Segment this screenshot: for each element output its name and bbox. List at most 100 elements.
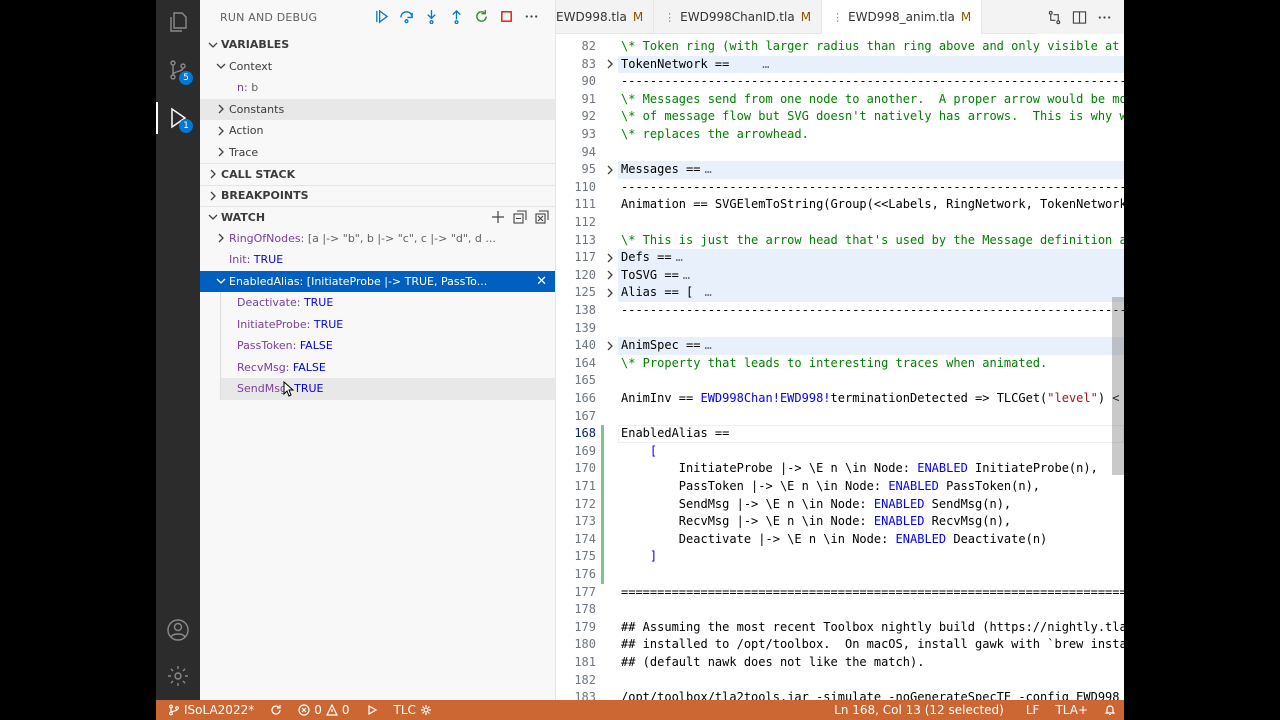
code-line[interactable]: InitiateProbe |-> \E n \in Node: ENABLED… (621, 460, 1098, 478)
trace-scope[interactable]: Trace (200, 142, 555, 164)
close-icon[interactable]: ✕ (536, 274, 547, 289)
language-indicator[interactable]: TLA+ (1047, 703, 1096, 717)
watch-child[interactable]: InitiateProbe: TRUE (220, 313, 555, 335)
more-actions-icon[interactable] (1097, 10, 1112, 25)
child-value: FALSE (299, 339, 333, 353)
restart-icon[interactable] (472, 7, 491, 26)
notifications[interactable] (1096, 703, 1124, 717)
problems-indicator[interactable]: 0 0 (290, 703, 357, 717)
add-expression-icon[interactable] (491, 210, 505, 224)
compare-changes-icon[interactable] (1047, 10, 1062, 25)
chevron-right-icon[interactable] (604, 249, 616, 267)
continue-icon[interactable] (372, 7, 391, 26)
step-out-icon[interactable] (447, 7, 466, 26)
call-stack-section-header[interactable]: CALL STACK (200, 163, 555, 185)
code-editor[interactable]: 82 \* Token ring (with larger radius than… (556, 34, 1124, 700)
code-token: RecvMsg(n), (931, 514, 1012, 529)
watch-child[interactable]: RecvMsg: FALSE (220, 356, 555, 378)
variables-section-header[interactable]: VARIABLES (200, 34, 555, 56)
source-control-icon[interactable]: 5 (156, 48, 200, 92)
tab-label: EWD998ChanID.tla (680, 10, 795, 24)
code-line[interactable]: TokenNetwork == … (621, 56, 770, 74)
code-line[interactable]: ## Assuming the most recent Toolbox nigh… (621, 619, 1124, 637)
cursor-position[interactable]: Ln 168, Col 13 (12 selected) (826, 703, 1012, 717)
chevron-right-icon[interactable] (604, 284, 616, 302)
tab-ewd998[interactable]: EWD998.tla M (556, 0, 655, 34)
action-scope[interactable]: Action (200, 120, 555, 142)
code-line[interactable]: Defs ==… (621, 249, 683, 267)
code-token: ----------------------------------------… (621, 179, 1124, 194)
watch-child[interactable]: PassToken: FALSE (220, 335, 555, 357)
breakpoints-section-header[interactable]: BREAKPOINTS (200, 184, 555, 207)
step-over-icon[interactable] (397, 7, 416, 26)
code-token: "level" (1047, 391, 1098, 405)
code-line[interactable]: \* replaces the arrowhead. (621, 126, 809, 144)
watch-item[interactable]: Init: TRUE (200, 249, 555, 271)
code-line[interactable]: AnimSpec ==… (621, 337, 712, 355)
eol-indicator[interactable]: LF (1012, 703, 1048, 717)
tab-ewd998chanid[interactable]: ⋮ EWD998ChanID.tla M (654, 0, 823, 34)
tab-ewd998-anim[interactable]: ⋮ EWD998_anim.tla M (822, 0, 983, 34)
settings-gear-icon[interactable] (156, 654, 200, 698)
line-number: 110 (574, 179, 596, 194)
watch-child[interactable]: SendMsg: TRUE (220, 378, 555, 400)
editor-scrollbar[interactable] (1112, 297, 1124, 475)
code-line[interactable]: \* This is just the arrow head that's us… (621, 232, 1124, 250)
code-line[interactable]: ## installed to /opt/toolbox. On macOS, … (621, 636, 1124, 654)
code-line[interactable]: Alias == [ … (621, 284, 712, 302)
tlc-indicator[interactable]: TLC (386, 703, 440, 717)
code-line[interactable]: ----------------------------------------… (621, 73, 1124, 91)
code-line[interactable]: Messages ==… (621, 161, 712, 179)
chevron-right-icon[interactable] (604, 337, 616, 355)
run-debug-icon[interactable]: 1 (156, 96, 200, 140)
warning-count: 0 (341, 703, 350, 717)
variable-row[interactable]: n: b (200, 77, 555, 99)
chevron-right-icon[interactable] (604, 56, 616, 74)
sync-indicator[interactable] (262, 704, 290, 716)
constants-scope[interactable]: Constants (200, 98, 555, 120)
remove-all-icon[interactable] (535, 210, 549, 224)
explorer-icon[interactable] (156, 0, 200, 44)
account-icon[interactable] (156, 608, 200, 652)
code-line[interactable]: AnimInv == EWD998Chan!EWD998!termination… (621, 390, 1124, 408)
code-line[interactable]: \* Messages send from one node to anothe… (621, 91, 1124, 109)
code-token: EnabledAlias == (621, 426, 730, 441)
code-line[interactable]: SendMsg |-> \E n \in Node: ENABLED SendM… (621, 496, 1011, 514)
watch-child[interactable]: Deactivate: TRUE (220, 292, 555, 314)
code-line[interactable]: ----------------------------------------… (621, 302, 1124, 320)
collapse-all-icon[interactable] (513, 210, 527, 224)
split-editor-icon[interactable] (1072, 10, 1087, 25)
chevron-right-icon[interactable] (604, 161, 616, 179)
more-icon[interactable] (522, 7, 541, 26)
code-line[interactable]: ----------------------------------------… (621, 179, 1124, 197)
watch-section-header[interactable]: WATCH (200, 206, 555, 228)
chevron-right-icon[interactable] (604, 267, 616, 285)
source-control-badge: 5 (179, 71, 193, 85)
code-line[interactable]: RecvMsg |-> \E n \in Node: ENABLED RecvM… (621, 513, 1011, 531)
watch-item[interactable]: RingOfNodes: [a |-> "b", b |-> "c", c |-… (200, 228, 555, 250)
code-line[interactable]: Deactivate |-> \E n \in Node: ENABLED De… (621, 531, 1047, 549)
code-line[interactable]: \* Token ring (with larger radius than r… (621, 38, 1124, 56)
line-number: 82 (581, 39, 596, 53)
watch-item-selected[interactable]: EnabledAlias: [InitiateProbe |-> TRUE, P… (200, 270, 555, 292)
language-label: TLA+ (1055, 703, 1088, 717)
branch-label: ISoLA2022* (184, 703, 255, 717)
code-line[interactable]: PassToken |-> \E n \in Node: ENABLED Pas… (621, 478, 1040, 496)
remote-indicator[interactable]: ISoLA2022* (156, 703, 262, 717)
chevron-down-icon (205, 209, 221, 225)
line-number: 93 (581, 127, 596, 141)
code-line[interactable]: ] (621, 548, 657, 566)
code-line[interactable]: ## (default nawk does not like the match… (621, 654, 924, 672)
debug-launch-indicator[interactable] (358, 704, 386, 716)
code-line[interactable]: /opt/toolbox/tla2tools.jar -simulate -no… (621, 689, 1124, 700)
code-line[interactable]: [ (621, 443, 657, 461)
code-line[interactable]: EnabledAlias == (621, 425, 729, 443)
stop-icon[interactable] (497, 7, 516, 26)
code-line[interactable]: ========================================… (621, 584, 1124, 602)
context-scope[interactable]: Context (200, 56, 555, 78)
code-line[interactable]: Animation == SVGElemToString(Group(<<Lab… (621, 196, 1124, 214)
code-line[interactable]: \* Property that leads to interesting tr… (621, 355, 1047, 373)
step-into-icon[interactable] (422, 7, 441, 26)
code-line[interactable]: \* of message flow but SVG doesn't nativ… (621, 108, 1124, 126)
code-line[interactable]: ToSVG ==… (621, 267, 690, 285)
